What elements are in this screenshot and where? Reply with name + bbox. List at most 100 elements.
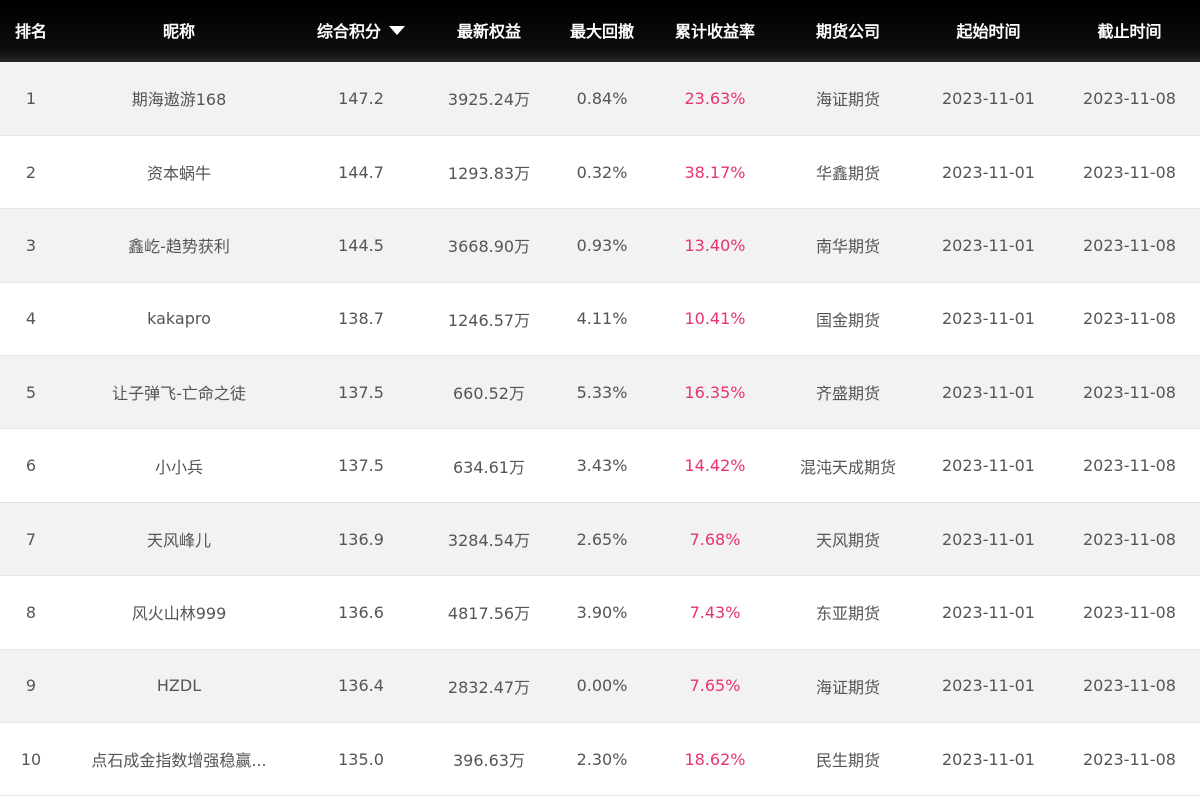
drawdown-cell: 4.11% bbox=[552, 282, 652, 357]
nickname-cell[interactable]: 风火山林999 bbox=[62, 575, 296, 650]
ranking-table: 排名 昵称 综合积分 最新权益 最大回撤 累计收益率 期货公司 起始时间 截止时… bbox=[0, 0, 1200, 797]
score-cell: 137.5 bbox=[296, 355, 426, 430]
equity-cell: 3284.54万 bbox=[426, 502, 552, 577]
firm-cell: 海证期货 bbox=[778, 62, 918, 136]
score-cell: 144.5 bbox=[296, 208, 426, 283]
header-equity: 最新权益 bbox=[456, 22, 521, 41]
table-row: 5 让子弹飞-亡命之徒 137.5 660.52万 5.33% 16.35% 齐… bbox=[0, 355, 1200, 430]
header-score-sort[interactable]: 综合积分 bbox=[296, 0, 426, 62]
table-header: 排名 昵称 综合积分 最新权益 最大回撤 累计收益率 期货公司 起始时间 截止时… bbox=[0, 0, 1200, 62]
table-row: 3 鑫屹-趋势获利 144.5 3668.90万 0.93% 13.40% 南华… bbox=[0, 208, 1200, 283]
nickname-cell[interactable]: kakapro bbox=[62, 282, 296, 357]
equity-cell: 660.52万 bbox=[426, 355, 552, 430]
end-date-cell: 2023-11-08 bbox=[1059, 208, 1200, 283]
firm-cell: 齐盛期货 bbox=[778, 355, 918, 430]
firm-cell: 东亚期货 bbox=[778, 575, 918, 650]
drawdown-cell: 0.00% bbox=[552, 649, 652, 724]
table-row: 10 点石成金指数增强稳赢... 135.0 396.63万 2.30% 18.… bbox=[0, 722, 1200, 797]
firm-cell: 国金期货 bbox=[778, 282, 918, 357]
table-row: 2 资本蜗牛 144.7 1293.83万 0.32% 38.17% 华鑫期货 … bbox=[0, 135, 1200, 210]
table-body: 1 期海遨游168 147.2 3925.24万 0.84% 23.63% 海证… bbox=[0, 62, 1200, 797]
return-cell: 7.68% bbox=[652, 502, 778, 577]
equity-cell: 634.61万 bbox=[426, 428, 552, 503]
table-row: 1 期海遨游168 147.2 3925.24万 0.84% 23.63% 海证… bbox=[0, 62, 1200, 136]
end-date-cell: 2023-11-08 bbox=[1059, 62, 1200, 136]
start-date-cell: 2023-11-01 bbox=[918, 649, 1059, 724]
rank-cell: 7 bbox=[0, 502, 62, 577]
nickname-cell[interactable]: 鑫屹-趋势获利 bbox=[62, 208, 296, 283]
return-cell: 16.35% bbox=[652, 355, 778, 430]
header-firm: 期货公司 bbox=[815, 22, 880, 41]
ranking-table-container: 排名 昵称 综合积分 最新权益 最大回撤 累计收益率 期货公司 起始时间 截止时… bbox=[0, 0, 1200, 800]
drawdown-cell: 0.93% bbox=[552, 208, 652, 283]
header-nickname: 昵称 bbox=[162, 22, 195, 41]
end-date-cell: 2023-11-08 bbox=[1059, 135, 1200, 210]
equity-cell: 3925.24万 bbox=[426, 62, 552, 136]
rank-cell: 8 bbox=[0, 575, 62, 650]
equity-cell: 396.63万 bbox=[426, 722, 552, 797]
start-date-cell: 2023-11-01 bbox=[918, 282, 1059, 357]
nickname-cell[interactable]: 让子弹飞-亡命之徒 bbox=[62, 355, 296, 430]
return-cell: 38.17% bbox=[652, 135, 778, 210]
rank-cell: 1 bbox=[0, 62, 62, 136]
start-date-cell: 2023-11-01 bbox=[918, 575, 1059, 650]
start-date-cell: 2023-11-01 bbox=[918, 355, 1059, 430]
table-row: 9 HZDL 136.4 2832.47万 0.00% 7.65% 海证期货 2… bbox=[0, 649, 1200, 724]
header-start: 起始时间 bbox=[956, 22, 1021, 41]
nickname-cell[interactable]: 点石成金指数增强稳赢... bbox=[62, 722, 296, 797]
table-row: 6 小小兵 137.5 634.61万 3.43% 14.42% 混沌天成期货 … bbox=[0, 428, 1200, 503]
score-cell: 147.2 bbox=[296, 62, 426, 136]
start-date-cell: 2023-11-01 bbox=[918, 502, 1059, 577]
return-cell: 13.40% bbox=[652, 208, 778, 283]
rank-cell: 9 bbox=[0, 649, 62, 724]
firm-cell: 天风期货 bbox=[778, 502, 918, 577]
return-cell: 7.65% bbox=[652, 649, 778, 724]
end-date-cell: 2023-11-08 bbox=[1059, 722, 1200, 797]
rank-cell: 10 bbox=[0, 722, 62, 797]
end-date-cell: 2023-11-08 bbox=[1059, 428, 1200, 503]
equity-cell: 3668.90万 bbox=[426, 208, 552, 283]
firm-cell: 南华期货 bbox=[778, 208, 918, 283]
return-cell: 10.41% bbox=[652, 282, 778, 357]
table-row: 8 风火山林999 136.6 4817.56万 3.90% 7.43% 东亚期… bbox=[0, 575, 1200, 650]
table-row: 7 天风峰儿 136.9 3284.54万 2.65% 7.68% 天风期货 2… bbox=[0, 502, 1200, 577]
firm-cell: 民生期货 bbox=[778, 722, 918, 797]
start-date-cell: 2023-11-01 bbox=[918, 135, 1059, 210]
nickname-cell[interactable]: 资本蜗牛 bbox=[62, 135, 296, 210]
header-rank: 排名 bbox=[14, 22, 47, 41]
drawdown-cell: 3.43% bbox=[552, 428, 652, 503]
return-cell: 14.42% bbox=[652, 428, 778, 503]
firm-cell: 海证期货 bbox=[778, 649, 918, 724]
end-date-cell: 2023-11-08 bbox=[1059, 282, 1200, 357]
equity-cell: 1246.57万 bbox=[426, 282, 552, 357]
start-date-cell: 2023-11-01 bbox=[918, 62, 1059, 136]
rank-cell: 6 bbox=[0, 428, 62, 503]
nickname-cell[interactable]: 期海遨游168 bbox=[62, 62, 296, 136]
start-date-cell: 2023-11-01 bbox=[918, 208, 1059, 283]
score-cell: 136.4 bbox=[296, 649, 426, 724]
drawdown-cell: 0.84% bbox=[552, 62, 652, 136]
firm-cell: 混沌天成期货 bbox=[778, 428, 918, 503]
equity-cell: 1293.83万 bbox=[426, 135, 552, 210]
return-cell: 23.63% bbox=[652, 62, 778, 136]
nickname-cell[interactable]: HZDL bbox=[62, 649, 296, 724]
return-cell: 18.62% bbox=[652, 722, 778, 797]
end-date-cell: 2023-11-08 bbox=[1059, 575, 1200, 650]
nickname-cell[interactable]: 小小兵 bbox=[62, 428, 296, 503]
score-cell: 136.6 bbox=[296, 575, 426, 650]
return-cell: 7.43% bbox=[652, 575, 778, 650]
equity-cell: 4817.56万 bbox=[426, 575, 552, 650]
end-date-cell: 2023-11-08 bbox=[1059, 502, 1200, 577]
header-return: 累计收益率 bbox=[674, 22, 755, 41]
drawdown-cell: 0.32% bbox=[552, 135, 652, 210]
end-date-cell: 2023-11-08 bbox=[1059, 355, 1200, 430]
nickname-cell[interactable]: 天风峰儿 bbox=[62, 502, 296, 577]
rank-cell: 3 bbox=[0, 208, 62, 283]
drawdown-cell: 3.90% bbox=[552, 575, 652, 650]
score-cell: 136.9 bbox=[296, 502, 426, 577]
rank-cell: 5 bbox=[0, 355, 62, 430]
firm-cell: 华鑫期货 bbox=[778, 135, 918, 210]
score-cell: 144.7 bbox=[296, 135, 426, 210]
table-row: 4 kakapro 138.7 1246.57万 4.11% 10.41% 国金… bbox=[0, 282, 1200, 357]
caret-down-icon bbox=[389, 26, 405, 35]
